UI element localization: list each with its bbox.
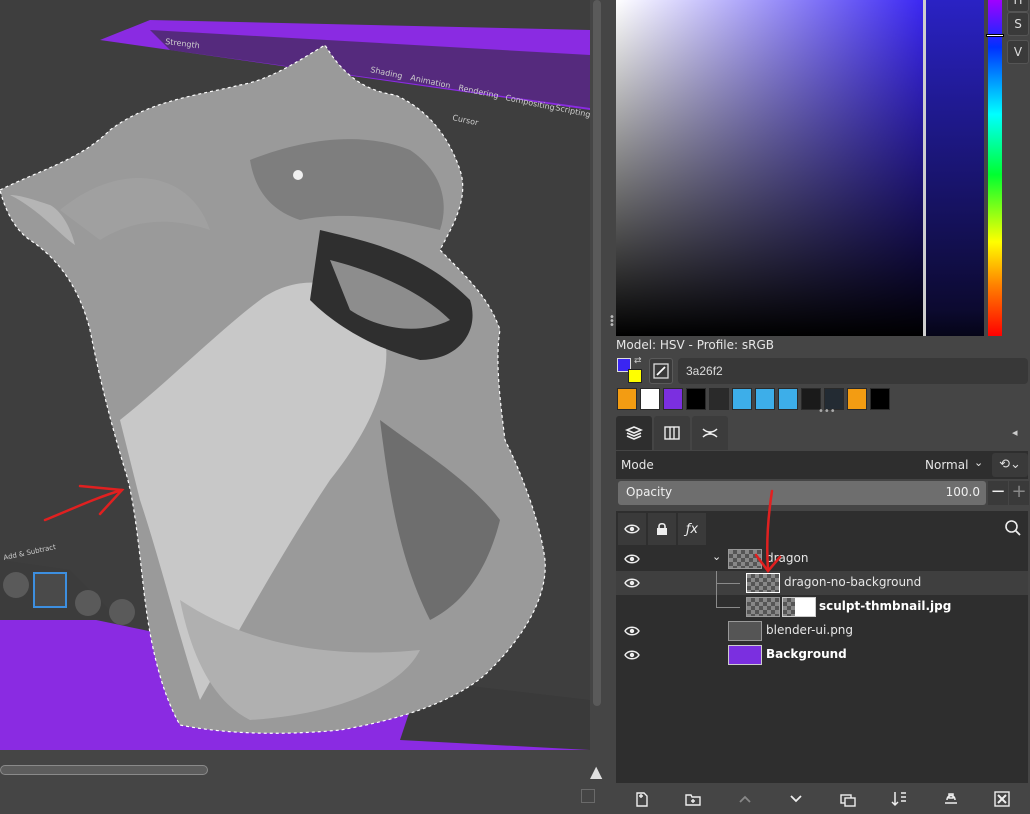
anchor-icon[interactable] <box>938 786 964 812</box>
lower-layer-icon[interactable] <box>783 786 809 812</box>
right-dock: H S V Model: HSV - Profile: sRGB ⇄ ••• <box>614 0 1030 814</box>
dock-tabs <box>616 416 728 450</box>
color-model-label: Model: HSV - Profile: sRGB <box>616 338 774 352</box>
visibility-eye-icon[interactable] <box>624 625 640 637</box>
canvas-area: Strength Shading Animation Rendering Com… <box>0 0 608 814</box>
red-annotation-arrow <box>754 489 782 573</box>
layer-thumbnail <box>746 597 780 617</box>
search-icon[interactable] <box>1004 519 1022 540</box>
fx-icon[interactable]: ƒx <box>678 513 706 545</box>
opacity-increase-button[interactable]: + <box>1009 481 1029 505</box>
visibility-eye-icon[interactable] <box>624 553 640 565</box>
layer-row-dragon[interactable]: ⌄ dragon <box>616 547 1028 571</box>
layer-name: blender-ui.png <box>766 623 854 637</box>
hsv-h-button[interactable]: H <box>1007 0 1029 12</box>
palette-swatch[interactable] <box>870 388 890 410</box>
opacity-slider[interactable]: Opacity 100.0 <box>618 481 986 505</box>
layer-row-background[interactable]: Background <box>616 643 1028 667</box>
hue-slider-marker[interactable] <box>986 34 1004 37</box>
canvas-image: Strength Shading Animation Rendering Com… <box>0 0 590 750</box>
mode-select[interactable]: Normal ⌄ <box>920 455 990 475</box>
layer-name: dragon-no-background <box>784 575 922 589</box>
chevron-down-icon: ⌄ <box>974 456 984 469</box>
opacity-row: Opacity 100.0 − + <box>616 479 1029 507</box>
visibility-eye-icon[interactable] <box>624 649 640 661</box>
color-saturation-value-area[interactable] <box>616 0 925 336</box>
tab-layers[interactable] <box>616 416 652 450</box>
horizontal-scrollbar[interactable] <box>0 765 208 775</box>
hsv-s-button[interactable]: S <box>1007 12 1029 36</box>
palette-swatch[interactable] <box>709 388 729 410</box>
palette-swatch[interactable] <box>755 388 775 410</box>
channels-icon <box>664 426 680 440</box>
opacity-decrease-button[interactable]: − <box>988 481 1008 505</box>
hsv-v-button[interactable]: V <box>1007 40 1029 64</box>
lock-icon[interactable] <box>648 513 676 545</box>
chevron-down-icon[interactable]: ⌄ <box>712 550 721 563</box>
opacity-value: 100.0 <box>945 485 980 499</box>
layers-icon <box>625 426 643 440</box>
layer-row-dragon-no-background[interactable]: dragon-no-background <box>616 571 1028 595</box>
raise-layer-icon[interactable] <box>732 786 758 812</box>
hex-color-input[interactable] <box>678 358 1028 384</box>
swap-colors-icon[interactable]: ⇄ <box>634 356 642 366</box>
layer-name: sculpt-thmbnail.jpg <box>819 599 952 613</box>
layer-thumbnail <box>728 621 762 641</box>
duplicate-layer-icon[interactable] <box>835 786 861 812</box>
palette-swatch[interactable] <box>663 388 683 410</box>
fx-label: ƒx <box>685 521 699 537</box>
palette-swatch[interactable] <box>732 388 752 410</box>
vertical-scrollbar[interactable] <box>593 0 601 706</box>
palette-swatch[interactable] <box>640 388 660 410</box>
mode-label: Mode <box>621 458 654 472</box>
background-color-swatch[interactable] <box>628 369 642 383</box>
new-layer-icon[interactable] <box>629 786 655 812</box>
layer-row-sculpt-thmbnail[interactable]: sculpt-thmbnail.jpg <box>616 595 1028 619</box>
palette-grip-icon[interactable]: ••• <box>818 406 836 417</box>
merge-down-icon[interactable] <box>886 786 912 812</box>
mode-reset-button[interactable]: ⟲⌄ <box>992 453 1028 477</box>
delete-layer-icon[interactable] <box>989 786 1015 812</box>
layer-thumbnail <box>728 645 762 665</box>
image-canvas[interactable]: Strength Shading Animation Rendering Com… <box>0 0 590 750</box>
color-picker-button[interactable] <box>649 358 673 384</box>
eyedropper-icon <box>653 363 669 379</box>
palette-swatch[interactable] <box>847 388 867 410</box>
zoom-fit-icon[interactable] <box>581 789 595 803</box>
layer-row-blender-ui[interactable]: blender-ui.png <box>616 619 1028 643</box>
mode-row: Mode Normal ⌄ ⟲⌄ <box>616 451 1028 479</box>
layer-name: Background <box>766 647 847 661</box>
opacity-label: Opacity <box>626 485 673 499</box>
palette-swatch[interactable] <box>617 388 637 410</box>
palette-swatch[interactable] <box>686 388 706 410</box>
color-palette <box>617 388 890 410</box>
visibility-eye-icon[interactable] <box>624 577 640 589</box>
tab-paths[interactable] <box>692 416 728 450</box>
layers-bottom-toolbar <box>616 784 1028 814</box>
paths-icon <box>702 428 718 438</box>
color-preview-strip[interactable] <box>926 0 984 336</box>
hue-slider[interactable] <box>988 0 1002 336</box>
dock-menu-icon[interactable]: ◂ <box>1012 426 1018 439</box>
tab-channels[interactable] <box>654 416 690 450</box>
mode-value: Normal <box>925 458 969 472</box>
navigate-icon[interactable]: ▲ <box>590 762 602 781</box>
new-group-icon[interactable] <box>680 786 706 812</box>
eye-icon[interactable] <box>618 513 646 545</box>
layers-list: ƒx ⌄ dragon dragon-no-background sculpt-… <box>616 489 1028 783</box>
palette-swatch[interactable] <box>778 388 798 410</box>
layer-mask-thumbnail <box>782 597 816 617</box>
layers-header: ƒx <box>616 513 1028 545</box>
